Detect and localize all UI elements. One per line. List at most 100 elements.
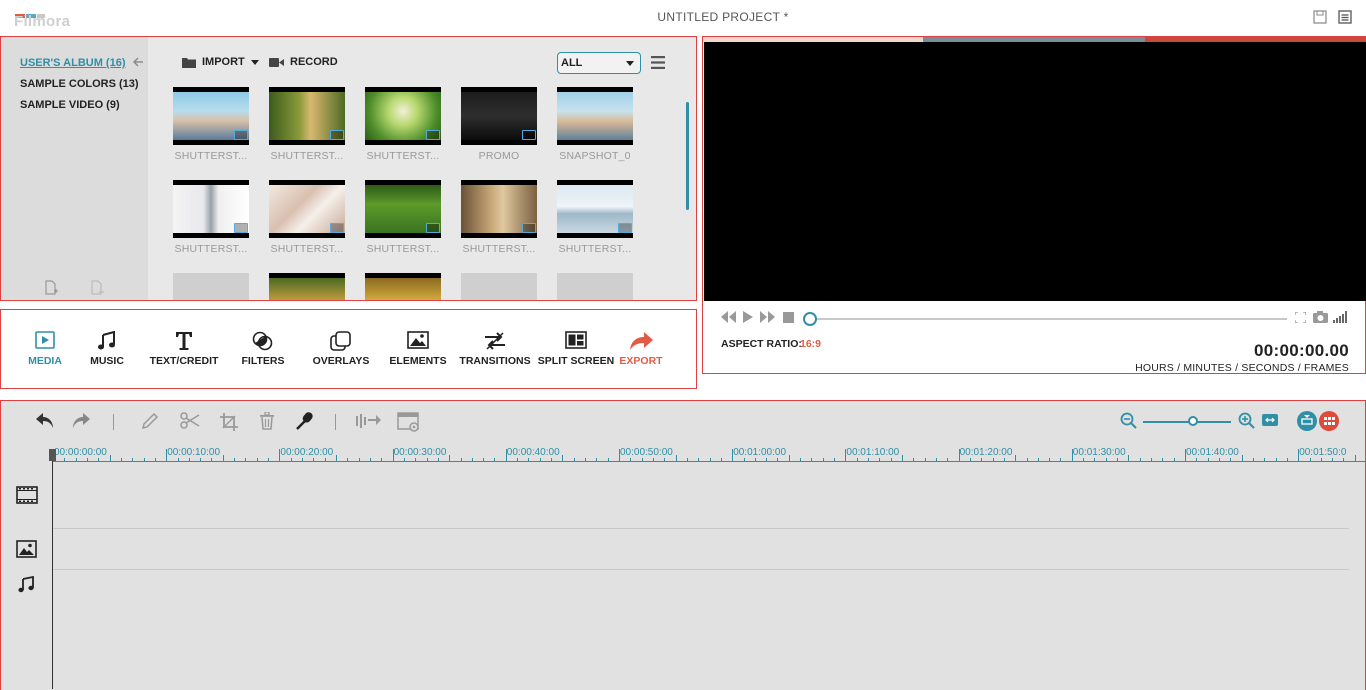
media-thumbnail[interactable] xyxy=(461,273,537,300)
fullscreen-icon[interactable] xyxy=(1295,312,1306,323)
timeline-mode-icon[interactable] xyxy=(1297,411,1317,431)
seek-bar[interactable] xyxy=(809,318,1287,320)
media-thumbnail[interactable] xyxy=(365,180,441,238)
video-icon xyxy=(234,130,248,140)
seek-handle[interactable] xyxy=(803,312,817,326)
ruler-label: 00:00:40:00 xyxy=(506,447,560,458)
voiceover-mic-icon[interactable] xyxy=(295,412,315,430)
media-thumbnail[interactable] xyxy=(269,87,345,145)
undo-icon[interactable] xyxy=(35,412,55,430)
tool-label: MUSIC xyxy=(90,355,124,367)
rewind-icon[interactable] xyxy=(721,311,736,323)
list-menu-icon[interactable] xyxy=(651,56,665,69)
ruler-tick xyxy=(766,458,768,462)
stop-icon[interactable] xyxy=(783,312,794,323)
playhead-handle[interactable] xyxy=(49,449,56,461)
zoom-in-icon[interactable] xyxy=(1238,412,1255,429)
save-icon[interactable] xyxy=(1313,10,1327,24)
zoom-out-icon[interactable] xyxy=(1120,412,1137,429)
ruler-tick xyxy=(1015,455,1017,462)
preview-video[interactable] xyxy=(704,42,1366,301)
ruler-tick xyxy=(1230,458,1232,462)
zoom-slider-handle[interactable] xyxy=(1188,416,1198,426)
tool-split-screen[interactable]: SPLIT SCREEN xyxy=(538,310,614,388)
split-scissors-icon[interactable] xyxy=(180,412,200,430)
volume-icon[interactable] xyxy=(1333,311,1347,323)
scene-settings-icon[interactable] xyxy=(397,412,421,432)
tool-transitions[interactable]: TRANSITIONS xyxy=(459,310,531,388)
ruler-tick xyxy=(109,455,111,462)
remove-album-icon[interactable] xyxy=(90,280,104,296)
ruler-tick xyxy=(1286,458,1288,462)
media-thumbnail[interactable] xyxy=(365,273,441,300)
media-item-label: SHUTTERST... xyxy=(270,243,344,255)
record-button[interactable]: RECORD xyxy=(269,56,338,68)
media-filter-select[interactable]: ALL xyxy=(557,52,641,74)
tool-filters[interactable]: FILTERS xyxy=(242,310,284,388)
tool-music[interactable]: MUSIC xyxy=(87,310,127,388)
ruler-tick xyxy=(268,458,270,462)
media-thumbnail[interactable] xyxy=(365,87,441,145)
album-sample-video[interactable]: SAMPLE VIDEO (9) xyxy=(20,99,120,111)
ruler-tick xyxy=(381,458,383,462)
ruler-tick xyxy=(1207,458,1209,462)
tool-media[interactable]: MEDIA xyxy=(25,310,65,388)
media-thumbnail[interactable] xyxy=(557,273,633,300)
tool-text-credit[interactable]: TEXT/CREDIT xyxy=(150,310,218,388)
ruler-tick xyxy=(336,455,337,462)
fast-forward-icon[interactable] xyxy=(760,311,775,323)
media-thumbnail[interactable] xyxy=(173,180,249,238)
chevron-down-icon xyxy=(626,61,634,66)
edit-pencil-icon[interactable] xyxy=(141,412,159,430)
redo-icon[interactable] xyxy=(71,412,91,430)
playhead-line[interactable] xyxy=(52,449,53,689)
ruler-tick xyxy=(222,455,224,462)
media-item-label: SNAPSHOT_0 xyxy=(559,150,631,162)
album-sample-colors[interactable]: SAMPLE COLORS (13) xyxy=(20,78,139,90)
timeline-ruler[interactable]: 00:00:00:00 00:00:10:00 00:00:20:00 00:00:3… xyxy=(53,443,1365,463)
media-icon xyxy=(35,331,55,349)
media-thumbnail[interactable] xyxy=(557,87,633,145)
tool-elements[interactable]: ELEMENTS xyxy=(389,310,447,388)
crop-icon[interactable] xyxy=(219,412,239,432)
album-users[interactable]: USER'S ALBUM (16) xyxy=(20,57,126,69)
media-thumbnail[interactable] xyxy=(557,180,633,238)
media-thumbnail[interactable] xyxy=(269,273,345,300)
media-thumbnail[interactable] xyxy=(461,87,537,145)
library-scrollbar[interactable] xyxy=(686,102,689,210)
media-thumbnail[interactable] xyxy=(173,87,249,145)
ruler-tick xyxy=(777,458,779,462)
media-thumbnail[interactable] xyxy=(461,180,537,238)
export-button[interactable]: EXPORT xyxy=(619,310,663,388)
delete-trash-icon[interactable] xyxy=(259,412,275,430)
ruler-tick xyxy=(935,458,937,462)
ruler-tick xyxy=(1037,458,1039,462)
menu-icon[interactable] xyxy=(1338,10,1352,24)
import-button[interactable]: IMPORT xyxy=(182,56,259,68)
media-thumbnail[interactable] xyxy=(173,273,249,300)
detach-audio-icon[interactable] xyxy=(356,412,382,430)
video-icon xyxy=(618,223,632,233)
add-album-icon[interactable] xyxy=(44,280,58,296)
ruler-tick xyxy=(1218,458,1220,462)
ruler-tick xyxy=(437,458,439,462)
play-icon[interactable] xyxy=(743,311,753,323)
snapshot-camera-icon[interactable] xyxy=(1313,311,1328,323)
project-title: UNTITLED PROJECT * xyxy=(657,10,789,24)
ruler-tick xyxy=(720,458,722,462)
export-icon xyxy=(628,331,654,351)
aspect-ratio-value[interactable]: 16:9 xyxy=(800,338,821,350)
title-bar: Filmora UNTITLED PROJECT * xyxy=(0,0,1366,36)
media-item-label: SHUTTERST... xyxy=(270,150,344,162)
overlays-icon xyxy=(330,331,352,351)
tool-overlays[interactable]: OVERLAYS xyxy=(313,310,369,388)
storyboard-mode-icon[interactable] xyxy=(1319,411,1339,431)
ruler-tick xyxy=(256,458,258,462)
fit-timeline-icon[interactable] xyxy=(1262,414,1278,426)
timeline-toolbar xyxy=(1,401,1365,443)
zoom-slider[interactable] xyxy=(1143,421,1231,423)
collapse-arrow-icon[interactable] xyxy=(132,56,144,68)
ruler-tick xyxy=(290,458,292,462)
media-thumbnail[interactable] xyxy=(269,180,345,238)
split-screen-icon xyxy=(565,331,587,349)
